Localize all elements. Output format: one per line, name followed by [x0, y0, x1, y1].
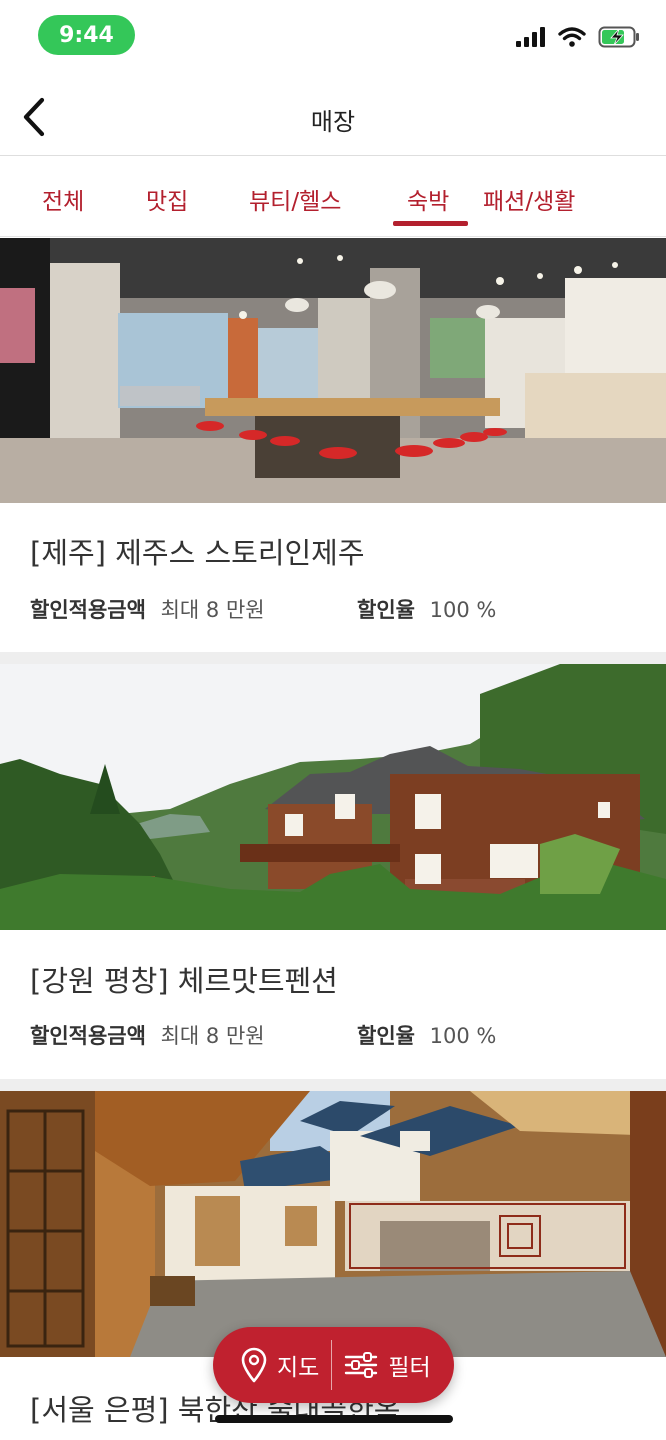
tab-all[interactable]: 전체 [42, 182, 84, 216]
listing-card[interactable]: [강원 평창] 체르맛트펜션 할인적용금액 최대 8 만원 할인율 100 % [0, 664, 666, 1079]
tab-lodging[interactable]: 숙박 [407, 182, 449, 216]
filter-sliders-icon [345, 1352, 378, 1378]
discount-rate-value: 100 % [429, 598, 497, 622]
wifi-icon [558, 27, 586, 47]
listing-title: [강원 평창] 체르맛트펜션 [30, 964, 338, 998]
page-title: 매장 [310, 108, 356, 136]
section-divider [0, 652, 666, 664]
tab-beauty-health[interactable]: 뷰티/헬스 [249, 182, 341, 216]
section-divider [0, 1079, 666, 1091]
listing-image [0, 1091, 666, 1357]
discount-amount: 할인적용금액 최대 8 만원 [30, 1020, 265, 1050]
tab-restaurants[interactable]: 맛집 [146, 182, 188, 216]
discount-rate: 할인율 100 % [357, 594, 496, 624]
discount-amount-value: 최대 8 만원 [160, 598, 265, 622]
battery-charging-icon [598, 26, 639, 48]
filter-button[interactable]: 필터 [332, 1327, 431, 1403]
discount-amount: 할인적용금액 최대 8 만원 [30, 594, 265, 624]
status-icons [516, 26, 640, 48]
map-pin-icon [241, 1347, 267, 1383]
map-filter-pill: 지도 필터 [213, 1327, 454, 1403]
listing-card[interactable]: [제주] 제주스 스토리인제주 할인적용금액 최대 8 만원 할인율 100 % [0, 238, 666, 652]
status-time: 9:44 [38, 15, 135, 55]
tab-fashion-living[interactable]: 패션/생활 [483, 182, 575, 216]
nav-bar: 매장 [0, 80, 666, 156]
status-bar: 9:44 [0, 0, 666, 80]
category-tabs: 전체 맛집 뷰티/헬스 숙박 패션/생활 [0, 157, 666, 237]
discount-rate: 할인율 100 % [357, 1020, 496, 1050]
discount-amount-value: 최대 8 만원 [160, 1024, 265, 1048]
map-button-label: 지도 [277, 1355, 320, 1381]
listing-title: [제주] 제주스 스토리인제주 [30, 536, 365, 570]
map-button[interactable]: 지도 [213, 1327, 331, 1403]
discount-rate-label: 할인율 [357, 1024, 415, 1048]
home-indicator [215, 1415, 453, 1423]
tab-selected-indicator [393, 221, 468, 226]
discount-rate-value: 100 % [429, 1024, 497, 1048]
signal-icon [516, 27, 545, 47]
discount-amount-label: 할인적용금액 [30, 598, 146, 622]
discount-amount-label: 할인적용금액 [30, 1024, 146, 1048]
listing-image [0, 238, 666, 503]
discount-rate-label: 할인율 [357, 598, 415, 622]
filter-button-label: 필터 [388, 1355, 431, 1381]
listing-image [0, 664, 666, 930]
